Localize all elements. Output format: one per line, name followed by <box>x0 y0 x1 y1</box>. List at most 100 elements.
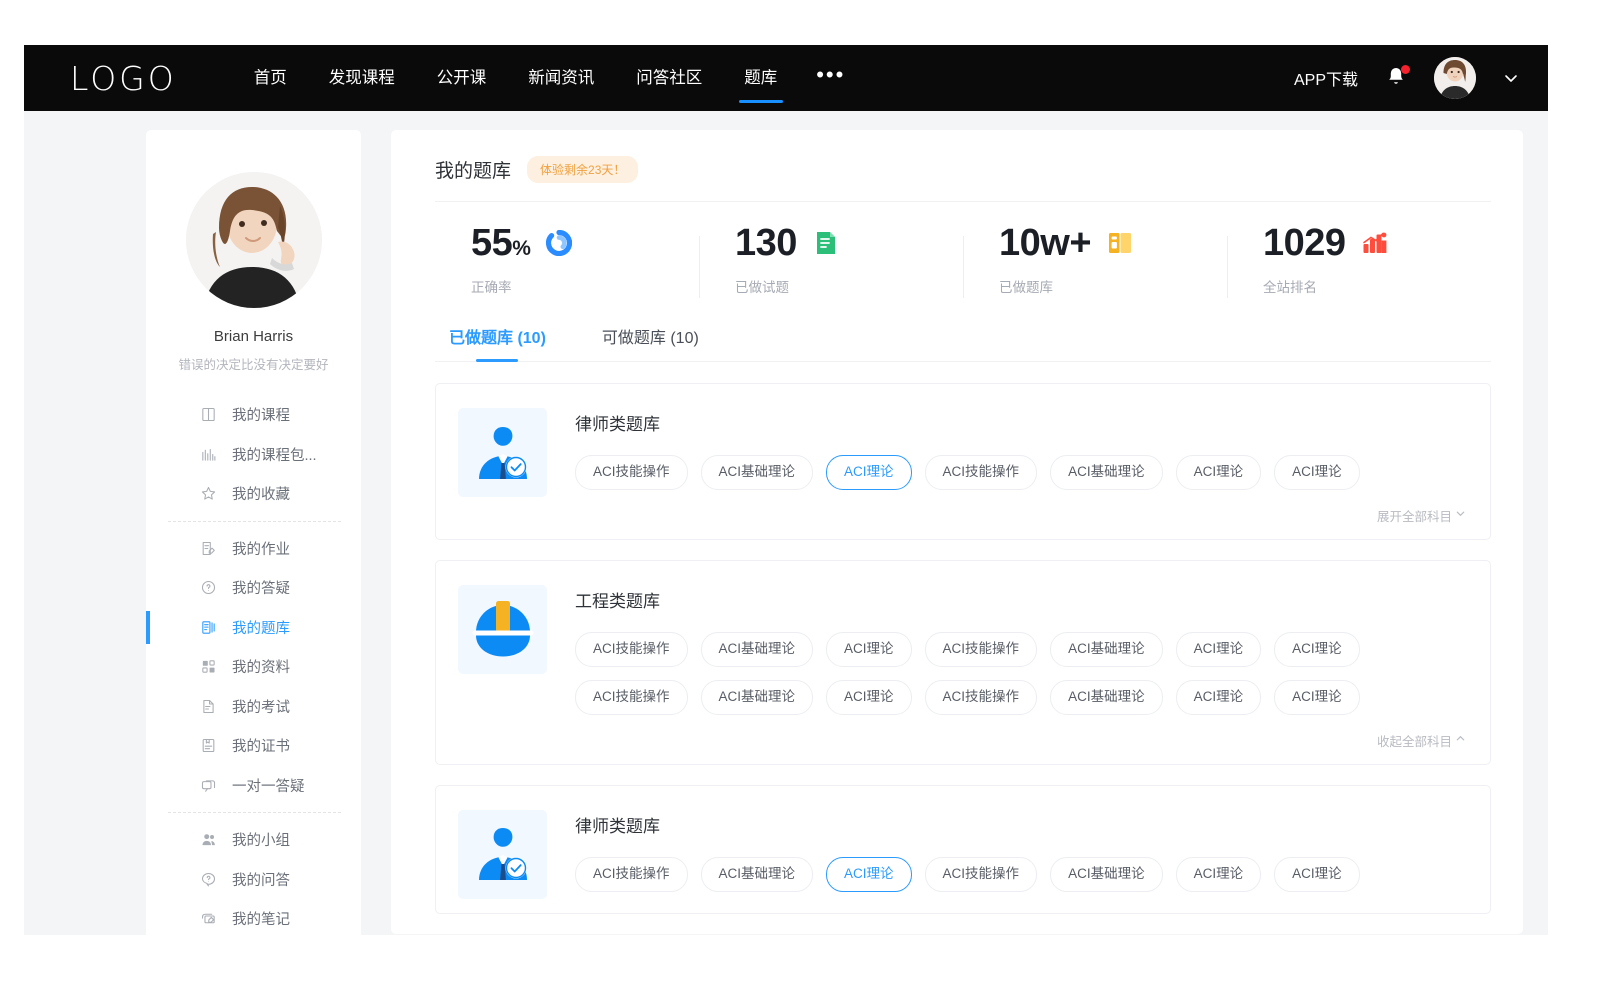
sidebar-item-3[interactable]: 我的收藏 <box>146 474 361 514</box>
stat-value-number: 55 <box>471 222 512 264</box>
tab-1[interactable]: 已做题库 (10) <box>449 324 546 362</box>
notification-bell-button[interactable] <box>1384 65 1408 91</box>
homework-icon <box>200 540 217 557</box>
sidebar-item-2[interactable]: 我的课程包... <box>146 435 361 475</box>
nav-item-5[interactable]: 问答社区 <box>615 45 723 111</box>
subject-tag[interactable]: ACI基础理论 <box>1050 857 1163 892</box>
sidebar-divider <box>168 812 341 813</box>
nav-item-3[interactable]: 公开课 <box>416 45 508 111</box>
subject-tag[interactable]: ACI理论 <box>1176 632 1262 667</box>
document-icon <box>814 230 838 256</box>
group-icon <box>200 831 217 848</box>
sidebar-item-10[interactable]: 我的证书 <box>146 726 361 766</box>
subject-tag-row: ACI技能操作 ACI基础理论 ACI理论 ACI技能操作 ACI基础理论 ACI理论 AC… <box>575 632 1468 667</box>
exam-icon <box>200 698 217 715</box>
subject-tag[interactable]: ACI基础理论 <box>1050 680 1163 715</box>
subject-tag[interactable]: ACI基础理论 <box>701 632 814 667</box>
sidebar-item-8[interactable]: 我的资料 <box>146 647 361 687</box>
profile-avatar[interactable] <box>186 172 322 308</box>
screen-root: LOGO 首页发现课程公开课新闻资讯问答社区题库 ••• APP下载 <box>0 0 1600 990</box>
sidebar-item-11[interactable]: 一对一答疑 <box>146 766 361 806</box>
profile-name: Brian Harris <box>146 328 361 345</box>
question-circle-icon <box>200 579 217 596</box>
subject-tag[interactable]: ACI理论 <box>1176 680 1262 715</box>
subject-tag[interactable]: ACI理论 <box>826 680 912 715</box>
exam-icon <box>200 698 217 715</box>
question-bank-card[interactable]: 律师类题库ACI技能操作ACI基础理论ACI理论ACI技能操作ACI基础理论AC… <box>435 785 1491 914</box>
sidebar-item-label: 我的资料 <box>232 656 290 677</box>
toggle-subjects-link[interactable]: 收起全部科目 <box>1377 731 1466 750</box>
subject-tag[interactable]: ACI技能操作 <box>925 455 1038 490</box>
sidebar-item-1[interactable]: 我的课程 <box>146 395 361 435</box>
chevron-down-icon[interactable] <box>1502 69 1520 87</box>
toggle-subjects-link[interactable]: 展开全部科目 <box>1377 506 1466 525</box>
subject-tag[interactable]: ACI理论 <box>1274 857 1360 892</box>
subject-tag[interactable]: ACI理论 <box>1274 455 1360 490</box>
nav-more-icon[interactable]: ••• <box>798 64 863 86</box>
nav-item-6[interactable]: 题库 <box>723 45 798 111</box>
subject-tag[interactable]: ACI基础理论 <box>701 680 814 715</box>
stat-label: 已做试题 <box>735 276 963 296</box>
profile-avatar-icon <box>186 172 322 308</box>
sidebar-item-13[interactable]: 我的小组 <box>146 820 361 860</box>
subject-tag[interactable]: ACI理论 <box>1274 680 1360 715</box>
page-header: 我的题库 体验剩余23天！ <box>435 156 1491 202</box>
question-bank-card[interactable]: 律师类题库ACI技能操作ACI基础理论ACI理论ACI技能操作ACI基础理论AC… <box>435 383 1491 540</box>
subject-tag[interactable]: ACI技能操作 <box>575 632 688 667</box>
subject-tag[interactable]: ACI技能操作 <box>925 632 1038 667</box>
sidebar-item-15[interactable]: 我的笔记 <box>146 899 361 935</box>
subject-tag[interactable]: ACI技能操作 <box>575 455 688 490</box>
lawyer-avatar-icon <box>469 419 537 487</box>
card-footer: 展开全部科目 <box>575 506 1468 525</box>
tab-2[interactable]: 可做题库 (10) <box>602 324 699 362</box>
star-icon <box>200 485 217 502</box>
subject-tag[interactable]: ACI理论 <box>826 857 912 892</box>
subject-tag[interactable]: ACI基础理论 <box>1050 455 1163 490</box>
page-body: Brian Harris 错误的决定比没有决定要好 我的课程我的课程包...我的… <box>24 111 1548 935</box>
sidebar-item-label: 一对一答疑 <box>232 775 305 796</box>
sidebar-item-label: 我的答疑 <box>232 577 290 598</box>
note-icon <box>200 910 217 927</box>
sidebar-item-5[interactable]: 我的作业 <box>146 529 361 569</box>
nav-item-4[interactable]: 新闻资讯 <box>507 45 615 111</box>
stat-value-row: 130 <box>735 224 963 262</box>
subject-tag-row: ACI技能操作 ACI基础理论 ACI理论 ACI技能操作 ACI基础理论 ACI理论 AC… <box>575 857 1468 892</box>
subject-tag[interactable]: ACI技能操作 <box>925 680 1038 715</box>
subject-tag[interactable]: ACI理论 <box>1274 632 1360 667</box>
subject-tag[interactable]: ACI技能操作 <box>575 857 688 892</box>
nav-item-2[interactable]: 发现课程 <box>308 45 416 111</box>
avatar[interactable] <box>1434 57 1476 99</box>
book-icon <box>200 406 217 423</box>
top-navigation-bar: LOGO 首页发现课程公开课新闻资讯问答社区题库 ••• APP下载 <box>24 45 1548 111</box>
sidebar-item-14[interactable]: 我的问答 <box>146 860 361 900</box>
subject-tag[interactable]: ACI基础理论 <box>701 455 814 490</box>
question-bank-card[interactable]: 工程类题库ACI技能操作ACI基础理论ACI理论ACI技能操作ACI基础理论AC… <box>435 560 1491 765</box>
stat-card-3: 10w+已做题库 <box>963 224 1227 296</box>
subject-tag[interactable]: ACI基础理论 <box>1050 632 1163 667</box>
subject-tag[interactable]: ACI技能操作 <box>575 680 688 715</box>
stat-value: 130 <box>735 224 797 262</box>
subject-tag[interactable]: ACI理论 <box>826 455 912 490</box>
site-logo[interactable]: LOGO <box>70 62 177 95</box>
sidebar-item-9[interactable]: 我的考试 <box>146 687 361 727</box>
sidebar-item-label: 我的证书 <box>232 735 290 756</box>
stat-value-number: 10w+ <box>999 222 1091 264</box>
main-content: 我的题库 体验剩余23天！ 55%正确率130已做试题10w+已做题库1029全… <box>391 130 1523 934</box>
sidebar-item-6[interactable]: 我的答疑 <box>146 568 361 608</box>
subject-tag[interactable]: ACI技能操作 <box>925 857 1038 892</box>
ranking-icon <box>1362 230 1388 256</box>
nav-right-group: APP下载 <box>1294 57 1520 99</box>
app-download-link[interactable]: APP下载 <box>1294 66 1358 90</box>
sidebar-item-7[interactable]: 我的题库 <box>146 608 361 648</box>
sidebar-menu: 我的课程我的课程包...我的收藏我的作业我的答疑我的题库我的资料我的考试我的证书… <box>146 395 361 935</box>
subject-tag-row: ACI技能操作 ACI基础理论 ACI理论 ACI技能操作 ACI基础理论 ACI理论 AC… <box>575 680 1468 715</box>
subject-tag[interactable]: ACI理论 <box>1176 857 1262 892</box>
subject-tag[interactable]: ACI基础理论 <box>701 857 814 892</box>
sidebar-item-label: 我的考试 <box>232 696 290 717</box>
card-footer: 收起全部科目 <box>575 731 1468 750</box>
nav-item-1[interactable]: 首页 <box>233 45 308 111</box>
stat-value-number: 130 <box>735 222 797 264</box>
subject-tag-row: ACI技能操作 ACI基础理论 ACI理论 ACI技能操作 ACI基础理论 ACI理论 AC… <box>575 455 1468 490</box>
subject-tag[interactable]: ACI理论 <box>826 632 912 667</box>
subject-tag[interactable]: ACI理论 <box>1176 455 1262 490</box>
